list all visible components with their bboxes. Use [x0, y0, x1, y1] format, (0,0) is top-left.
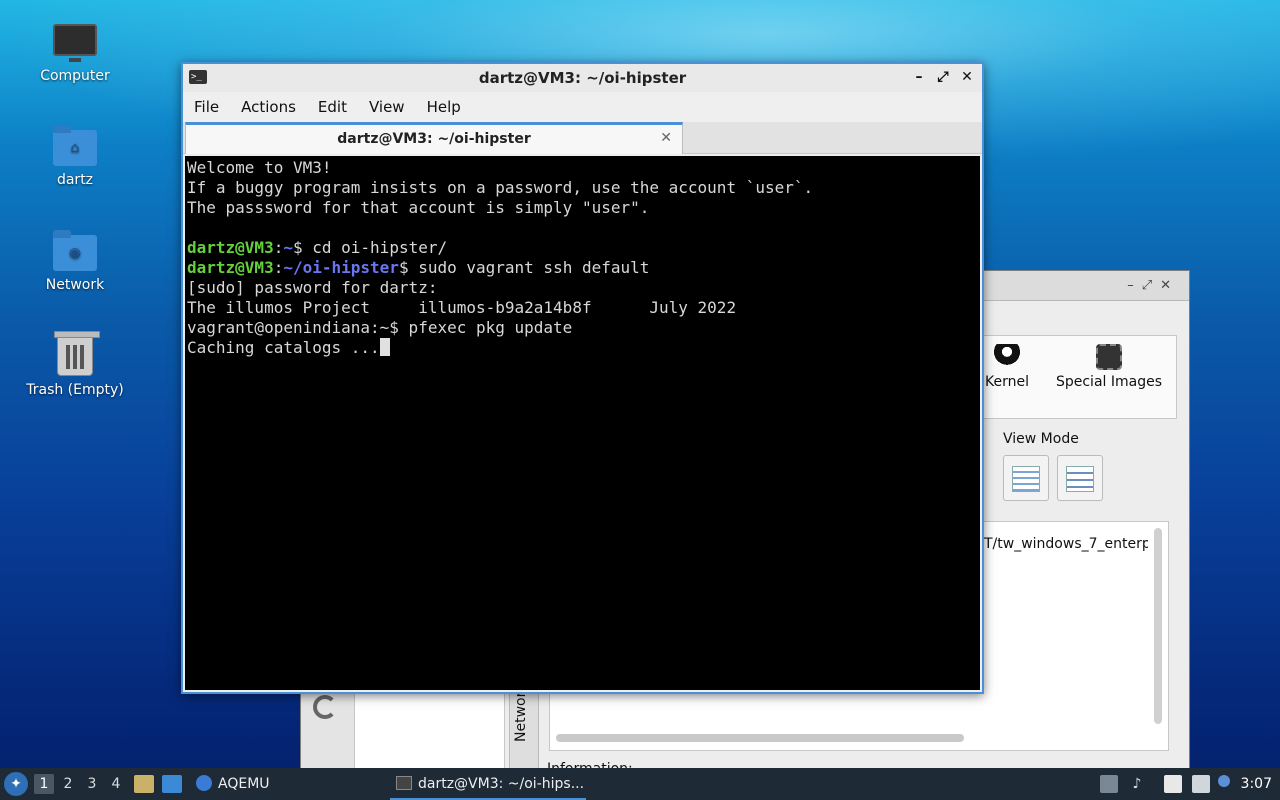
chip-icon [1096, 344, 1122, 370]
aqemu-vm-panel [355, 681, 505, 771]
aqemu-left-toolbar [301, 681, 355, 771]
terminal-tab-bar: dartz@VM3: ~/oi-hipster ✕ [183, 122, 982, 154]
output-line: The passsword for that account is simply… [187, 198, 650, 217]
prompt-path: ~ [283, 238, 293, 257]
output-line-blank [187, 218, 978, 238]
desktop-icon-label: Computer [40, 68, 110, 84]
menu-help[interactable]: Help [426, 96, 462, 118]
output-line: The illumos Project illumos-b9a2a14b8f J… [187, 298, 737, 317]
prompt-command: $ cd oi-hipster/ [292, 238, 448, 257]
desktop-icon-computer[interactable]: Computer [20, 18, 130, 84]
network-tray-icon[interactable] [1192, 775, 1210, 793]
output-text: Caching catalogs ... [187, 338, 380, 357]
menu-bar: File Actions Edit View Help [183, 92, 982, 122]
terminal-titlebar[interactable]: >_ dartz@VM3: ~/oi-hipster – ⤢ ✕ [183, 64, 982, 92]
workspace-4[interactable]: 4 [106, 774, 126, 794]
output-line: If a buggy program insists on a password… [187, 178, 814, 197]
workspace-1[interactable]: 1 [34, 774, 54, 794]
menu-view[interactable]: View [368, 96, 406, 118]
terminal-tab[interactable]: dartz@VM3: ~/oi-hipster ✕ [185, 122, 683, 154]
horizontal-scrollbar[interactable] [556, 734, 964, 742]
text-cursor [379, 338, 390, 356]
tab-label: Special Images [1055, 374, 1163, 390]
clipboard-icon[interactable] [1164, 775, 1182, 793]
vertical-scrollbar[interactable] [1154, 528, 1162, 724]
workspace-3[interactable]: 3 [82, 774, 102, 794]
prompt-colon: : [273, 258, 284, 277]
volume-icon[interactable]: ♪ [1128, 775, 1146, 793]
output-line-current: Caching catalogs ... [187, 338, 978, 358]
maximize-button[interactable]: ⤢ [934, 68, 952, 86]
desktop-icon-home[interactable]: ⌂ dartz [20, 124, 130, 188]
menu-file[interactable]: File [193, 96, 220, 118]
view-mode-list-button[interactable] [1057, 455, 1103, 501]
tab-close-icon[interactable]: ✕ [660, 130, 672, 146]
vm-image-path: T/tw_windows_7_enterp [984, 536, 1148, 552]
network-folder-icon: ◉ [53, 230, 97, 271]
view-mode-icons-button[interactable] [1003, 455, 1049, 501]
aqemu-icon [196, 775, 212, 791]
file-manager-launcher-icon[interactable] [134, 775, 154, 793]
menu-actions[interactable]: Actions [240, 96, 297, 118]
prompt-colon: : [273, 238, 284, 257]
desktop-icon-label: Trash (Empty) [26, 382, 124, 398]
refresh-icon[interactable] [313, 695, 337, 719]
terminal-icon [396, 776, 412, 790]
task-terminal[interactable]: dartz@VM3: ~/oi-hips... [390, 768, 586, 800]
tray-updates-icon[interactable] [1100, 775, 1118, 793]
prompt-path: ~/oi-hipster [283, 258, 399, 277]
output-line: [sudo] password for dartz: [187, 278, 438, 297]
prompt-user: dartz@VM3 [187, 258, 274, 277]
prompt-line: dartz@VM3:~/oi-hipster$ sudo vagrant ssh… [187, 258, 978, 278]
tab-label: Kernel [985, 374, 1029, 390]
close-button[interactable]: ✕ [958, 68, 976, 86]
aqemu-window-controls[interactable]: –⤢✕ [1127, 278, 1179, 293]
terminal-window[interactable]: >_ dartz@VM3: ~/oi-hipster – ⤢ ✕ File Ac… [181, 62, 984, 694]
workspace-2[interactable]: 2 [58, 774, 78, 794]
show-desktop-icon[interactable] [162, 775, 182, 793]
tab-network-vertical[interactable]: Network [509, 681, 539, 771]
home-folder-icon: ⌂ [53, 125, 97, 166]
menu-edit[interactable]: Edit [317, 96, 348, 118]
tux-icon [994, 344, 1020, 370]
computer-icon [53, 24, 97, 62]
output-line: vagrant@openindiana:~$ pfexec pkg update [187, 318, 573, 337]
task-label: AQEMU [218, 776, 270, 792]
aqemu-tab-strip: Kernel Special Images [981, 335, 1177, 419]
desktop-icon-network[interactable]: ◉ Network [20, 229, 130, 293]
prompt-line: dartz@VM3:~$ cd oi-hipster/ [187, 238, 978, 258]
tab-special-images[interactable]: Special Images [1050, 344, 1168, 390]
task-label: dartz@VM3: ~/oi-hips... [418, 776, 585, 792]
terminal-tab-label: dartz@VM3: ~/oi-hipster [337, 131, 531, 147]
window-title: dartz@VM3: ~/oi-hipster [478, 69, 687, 87]
terminal-output[interactable]: Welcome to VM3! If a buggy program insis… [185, 156, 980, 690]
notification-icon[interactable] [1218, 775, 1230, 787]
minimize-button[interactable]: – [910, 68, 928, 86]
view-mode-label: View Mode [1003, 431, 1079, 447]
tab-kernel[interactable]: Kernel [982, 344, 1032, 390]
prompt-command: $ sudo vagrant ssh default [398, 258, 650, 277]
taskbar: ✦ 1 2 3 4 AQEMU dartz@VM3: ~/oi-hips... … [0, 768, 1280, 800]
clock[interactable]: 3:07 [1241, 768, 1272, 800]
desktop-icon-label: dartz [56, 172, 94, 188]
desktop-icon-label: Network [45, 277, 105, 293]
prompt-user: dartz@VM3 [187, 238, 274, 257]
start-menu-icon[interactable]: ✦ [4, 772, 28, 796]
output-line: Welcome to VM3! [187, 158, 332, 177]
trash-icon [54, 331, 100, 376]
task-aqemu[interactable]: AQEMU [196, 768, 270, 800]
desktop-icon-trash[interactable]: Trash (Empty) [20, 331, 130, 398]
